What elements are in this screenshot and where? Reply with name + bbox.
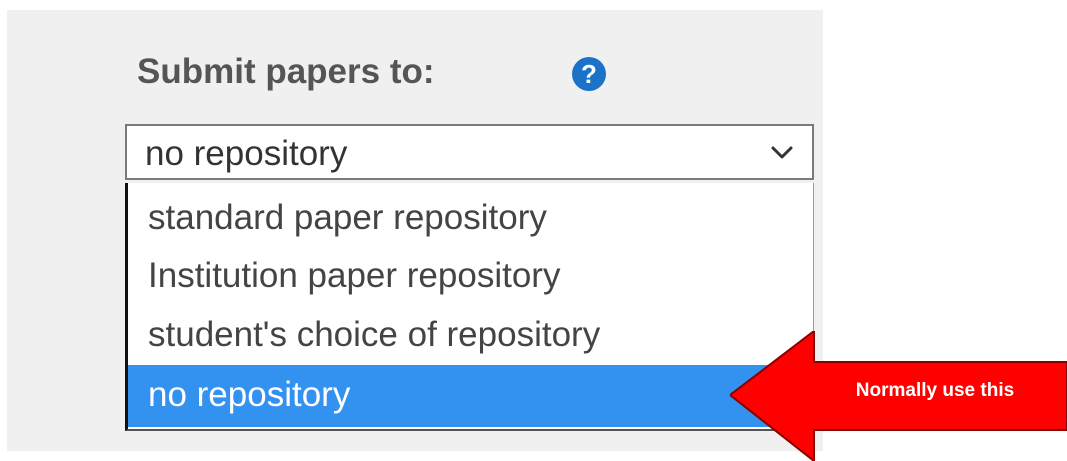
option-no-repository[interactable]: no repository [128, 365, 814, 427]
submit-papers-label: Submit papers to: [137, 52, 435, 91]
option-standard-paper-repository[interactable]: standard paper repository [128, 189, 814, 247]
repository-dropdown-list: standard paper repository Institution pa… [125, 183, 814, 431]
chevron-down-icon [771, 146, 793, 159]
option-institution-paper-repository[interactable]: Institution paper repository [128, 247, 814, 305]
screenshot-stage: Submit papers to: ? no repository standa… [0, 0, 1067, 461]
question-icon[interactable]: ? [572, 57, 606, 91]
callout-text: Normally use this [855, 380, 1015, 401]
option-students-choice-repository[interactable]: student's choice of repository [128, 306, 814, 364]
repository-select[interactable]: no repository [125, 124, 814, 180]
repository-select-value: no repository [145, 134, 348, 173]
